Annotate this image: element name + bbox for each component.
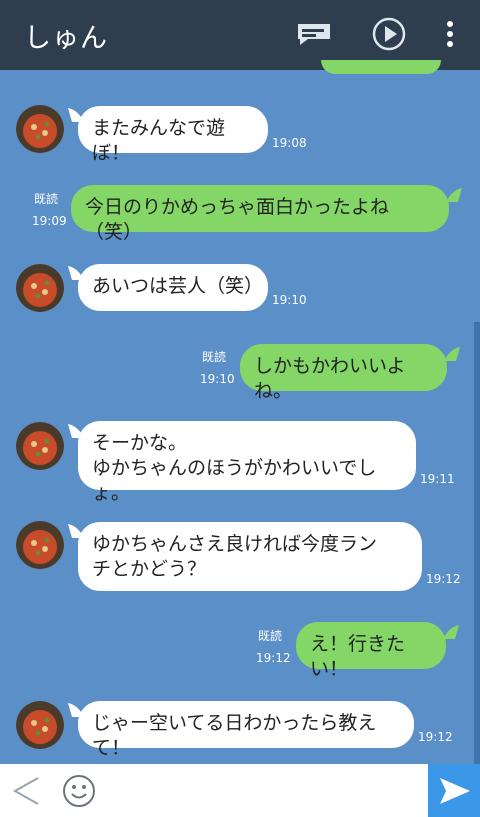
read-receipt: 既読 bbox=[258, 629, 283, 643]
message-time: 19:09 bbox=[32, 214, 67, 228]
message-bubble[interactable]: しかもかわいいよね。 bbox=[240, 344, 447, 402]
message-bubble[interactable]: え！行きたい！ bbox=[296, 622, 446, 680]
bubble-tail bbox=[444, 347, 460, 361]
message-bubble[interactable]: またみんなで遊ぼ！ bbox=[78, 106, 268, 164]
avatar[interactable] bbox=[16, 264, 64, 312]
avatar[interactable] bbox=[16, 521, 64, 569]
scrollbar[interactable] bbox=[474, 322, 480, 764]
read-receipt: 既読 bbox=[202, 350, 227, 364]
bubble-tail bbox=[446, 188, 462, 202]
chat-title: しゅん bbox=[24, 23, 108, 54]
message-bubble[interactable]: 今日のりかめっちゃ面白かったよね（笑） bbox=[71, 185, 449, 243]
avatar[interactable] bbox=[16, 701, 64, 749]
bubble-tail bbox=[443, 625, 459, 639]
message-input-bar[interactable] bbox=[0, 764, 480, 817]
emoji-icon[interactable] bbox=[62, 774, 96, 808]
play-icon[interactable] bbox=[372, 17, 406, 51]
keyboard-icon[interactable] bbox=[296, 22, 332, 46]
more-icon[interactable] bbox=[444, 20, 456, 48]
message-time: 19:12 bbox=[256, 651, 291, 665]
send-icon bbox=[440, 778, 470, 804]
send-button[interactable] bbox=[428, 764, 480, 817]
previous-message-fragment bbox=[321, 60, 441, 74]
message-bubble[interactable]: ゆかちゃんさえ良ければ今度ラン チとかどう？ bbox=[78, 522, 422, 591]
message-bubble[interactable]: そーかな。 ゆかちゃんのほうがかわいいでしょ。 bbox=[78, 421, 416, 504]
message-time: 19:10 bbox=[200, 372, 235, 386]
chevron-left-icon[interactable] bbox=[10, 776, 42, 806]
avatar[interactable] bbox=[16, 105, 64, 153]
message-time: 19:12 bbox=[426, 572, 461, 586]
read-receipt: 既読 bbox=[34, 192, 59, 206]
message-time: 19:08 bbox=[272, 136, 307, 150]
message-time: 19:12 bbox=[418, 730, 453, 744]
avatar[interactable] bbox=[16, 422, 64, 470]
message-bubble[interactable]: あいつは芸人（笑） bbox=[78, 264, 268, 311]
message-time: 19:10 bbox=[272, 293, 307, 307]
message-time: 19:11 bbox=[420, 472, 455, 486]
message-bubble[interactable]: じゃー空いてる日わかったら教えて！ bbox=[78, 701, 414, 759]
